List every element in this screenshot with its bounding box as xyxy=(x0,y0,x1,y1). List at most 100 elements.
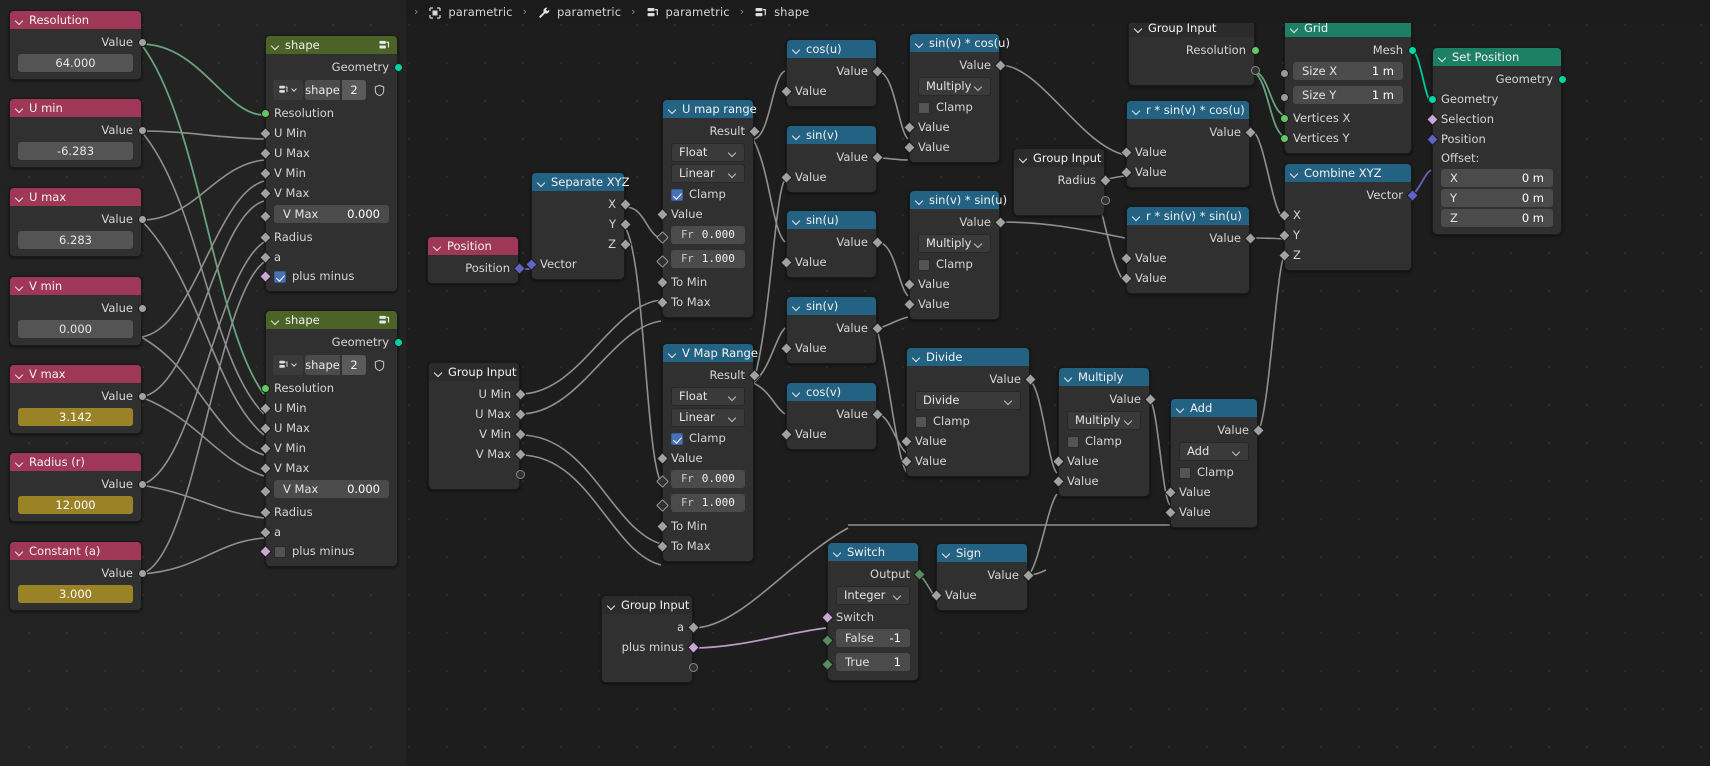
input-row-plus-minus[interactable]: plus minus xyxy=(258,267,397,286)
offset-x-field[interactable]: X 0 m xyxy=(1441,169,1553,187)
size-y-field[interactable]: Size Y 1 m xyxy=(1293,86,1403,104)
node-header[interactable]: Divide xyxy=(907,348,1029,366)
operation-dropdown[interactable]: Divide xyxy=(915,391,1021,410)
chevron-down-icon[interactable] xyxy=(434,368,443,377)
fake-user-shield-icon[interactable] xyxy=(368,80,390,100)
false-field[interactable]: False -1 xyxy=(836,629,910,647)
node-header[interactable]: sin(u) xyxy=(787,211,876,229)
clamp-checkbox[interactable] xyxy=(918,258,930,271)
node-header[interactable]: Group Input xyxy=(602,596,692,614)
chevron-down-icon[interactable] xyxy=(15,370,24,379)
node-sin-v-a[interactable]: sin(v) Value Value xyxy=(779,125,884,193)
node-header[interactable]: V Map Range xyxy=(663,344,758,362)
chevron-down-icon[interactable] xyxy=(942,549,951,558)
chevron-down-icon[interactable] xyxy=(15,547,24,556)
socket-virtual-out[interactable] xyxy=(1250,65,1260,75)
node-add[interactable]: Add Value Add Clamp Value Value xyxy=(1163,398,1265,528)
plus-minus-checkbox[interactable] xyxy=(274,270,286,283)
operation-dropdown[interactable]: Add xyxy=(1179,442,1249,461)
interpolation-dropdown[interactable]: Linear xyxy=(671,408,745,427)
socket-value-out[interactable] xyxy=(137,568,147,578)
operation-dropdown[interactable]: Multiply xyxy=(918,77,991,96)
chevron-down-icon[interactable] xyxy=(607,601,616,610)
node-grid[interactable]: Grid Mesh Size X 1 m Size Y 1 m Vertices… xyxy=(1279,18,1417,154)
chevron-down-icon[interactable] xyxy=(1132,106,1141,115)
chevron-down-icon[interactable] xyxy=(15,458,24,467)
socket-value-out[interactable] xyxy=(137,125,147,135)
breadcrumb-item-nodetree-2[interactable]: shape xyxy=(750,5,813,19)
v-max-number-field[interactable]: V Max 0.000 xyxy=(274,480,389,498)
chevron-down-icon[interactable] xyxy=(537,178,546,187)
node-header[interactable]: sin(v) * sin(u) xyxy=(910,191,1007,209)
chevron-down-icon[interactable] xyxy=(668,105,677,114)
nodetree-name[interactable]: shape xyxy=(305,355,340,375)
value-field[interactable]: 3.000 xyxy=(18,585,133,603)
node-sign[interactable]: Sign Value Value xyxy=(929,543,1035,611)
node-header[interactable]: Combine XYZ xyxy=(1285,164,1411,182)
node-header[interactable]: Radius (r) xyxy=(10,453,141,471)
socket-geometry-out[interactable] xyxy=(393,62,403,72)
socket-resolution-out[interactable] xyxy=(1250,45,1260,55)
node-header[interactable]: V max xyxy=(10,365,141,383)
chevron-down-icon[interactable] xyxy=(915,196,924,205)
chevron-down-icon[interactable] xyxy=(271,41,280,50)
offset-y-field[interactable]: Y 0 m xyxy=(1441,189,1553,207)
breadcrumb-item-nodetree-1[interactable]: parametric xyxy=(642,5,734,19)
socket-value-out[interactable] xyxy=(137,37,147,47)
node-combine-xyz[interactable]: Combine XYZ Vector X Y Z xyxy=(1277,163,1419,271)
node-u-min[interactable]: U min Value -6.283 xyxy=(9,98,147,168)
clamp-row[interactable]: Clamp xyxy=(907,412,1029,431)
chevron-down-icon[interactable] xyxy=(1176,404,1185,413)
node-header[interactable]: shape xyxy=(266,311,397,329)
node-multiply[interactable]: Multiply Value Multiply Clamp Value Valu… xyxy=(1051,367,1157,497)
chevron-down-icon[interactable] xyxy=(792,302,801,311)
socket-resolution-in[interactable] xyxy=(260,108,270,118)
chevron-down-icon[interactable] xyxy=(915,39,924,48)
operation-dropdown[interactable]: Multiply xyxy=(1067,411,1141,430)
node-divide[interactable]: Divide Value Divide Clamp Value Value xyxy=(899,347,1037,477)
node-header[interactable]: Sign xyxy=(937,544,1027,562)
nodetree-users-count[interactable]: 2 xyxy=(342,80,366,100)
node-cos-u[interactable]: cos(u) Value Value xyxy=(779,39,884,107)
node-header[interactable]: r * sin(v) * sin(u) xyxy=(1127,207,1249,225)
chevron-down-icon[interactable] xyxy=(1019,154,1028,163)
node-group-id-block[interactable]: shape 2 xyxy=(273,355,390,375)
node-group-input-radius[interactable]: Group Input Radius xyxy=(1013,148,1112,216)
socket-size-x-in[interactable] xyxy=(1279,68,1289,78)
socket-vertices-x-in[interactable] xyxy=(1279,113,1289,123)
input-row-plus-minus[interactable]: plus minus xyxy=(258,542,397,561)
node-sin-u[interactable]: sin(u) Value Value xyxy=(779,210,884,278)
node-group-input-uv[interactable]: Group Input U Min U Max V Min V Max xyxy=(428,362,527,490)
chevron-down-icon[interactable] xyxy=(668,349,677,358)
size-x-field[interactable]: Size X 1 m xyxy=(1293,62,1403,80)
from-max-field[interactable]: Fr 1.000 xyxy=(671,494,745,512)
clamp-checkbox[interactable] xyxy=(671,188,683,201)
node-mul-sinv-sinu[interactable]: sin(v) * sin(u) Value Multiply Clamp Val… xyxy=(902,190,1007,320)
breadcrumb-item-modifier[interactable]: parametric xyxy=(533,5,625,19)
node-u-map-range[interactable]: U map range Result Float Linear Clamp Va… xyxy=(655,99,761,318)
node-header[interactable]: Group Input xyxy=(1014,149,1104,167)
input-type-dropdown[interactable]: Integer xyxy=(836,586,910,605)
node-cos-v[interactable]: cos(v) Value Value xyxy=(779,382,884,450)
node-header[interactable]: shape xyxy=(266,36,397,54)
node-group-input-a[interactable]: Group Input a plus minus xyxy=(601,595,700,683)
from-min-field[interactable]: Fr 0.000 xyxy=(671,226,745,244)
socket-size-y-in[interactable] xyxy=(1279,92,1289,102)
value-field[interactable]: -6.283 xyxy=(18,142,133,160)
socket-geometry-in[interactable] xyxy=(1427,94,1437,104)
from-min-field[interactable]: Fr 0.000 xyxy=(671,470,745,488)
node-header[interactable]: Position xyxy=(428,237,518,255)
clamp-row[interactable]: Clamp xyxy=(910,98,999,117)
clamp-row[interactable]: Clamp xyxy=(910,255,999,274)
chevron-down-icon[interactable] xyxy=(15,193,24,202)
node-u-max[interactable]: U max Value 6.283 xyxy=(9,187,147,257)
socket-vertices-y-in[interactable] xyxy=(1279,133,1289,143)
socket-resolution-in[interactable] xyxy=(260,383,270,393)
chevron-down-icon[interactable] xyxy=(15,104,24,113)
breadcrumb-item-object[interactable]: parametric xyxy=(424,5,516,19)
node-header[interactable]: U min xyxy=(10,99,141,117)
node-switch[interactable]: Switch Output Integer Switch False -1 Tr… xyxy=(820,542,926,681)
chevron-down-icon[interactable] xyxy=(15,16,24,25)
node-r-sinv-sinu[interactable]: r * sin(v) * sin(u) Value Value Value xyxy=(1119,206,1257,294)
node-v-map-range[interactable]: V Map Range Result Float Linear Clamp Va… xyxy=(655,343,761,562)
